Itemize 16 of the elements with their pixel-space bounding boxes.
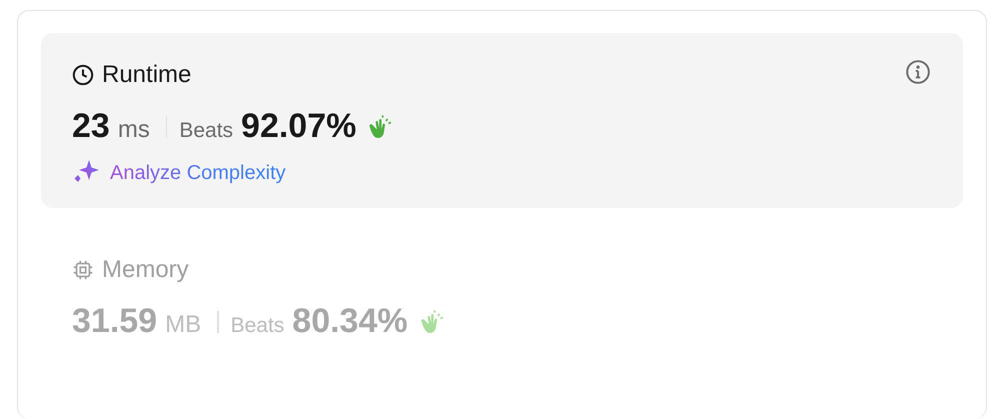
beats-label: Beats [230, 314, 284, 338]
beats-percentage: 92.07% [241, 107, 356, 146]
beats-percentage: 80.34% [292, 302, 408, 341]
chip-icon [72, 259, 94, 281]
metric-value: 31.59 [72, 302, 158, 341]
clock-icon [72, 64, 94, 86]
analyze-complexity-link[interactable]: Analyze Complexity [110, 162, 286, 184]
metric-title: Memory [102, 256, 189, 284]
metric-unit: MB [165, 311, 202, 339]
metric-unit: ms [118, 116, 150, 144]
metric-title: Runtime [102, 61, 192, 89]
metric-panel[interactable]: Memory 31.59 MB Beats 80.34% [41, 228, 963, 363]
info-icon[interactable] [905, 59, 931, 85]
metric-panel[interactable]: Runtime 23 ms Beats 92.07% Analyze Complexity [41, 33, 963, 208]
metric-value: 23 [72, 107, 110, 146]
beats-label: Beats [179, 119, 234, 143]
